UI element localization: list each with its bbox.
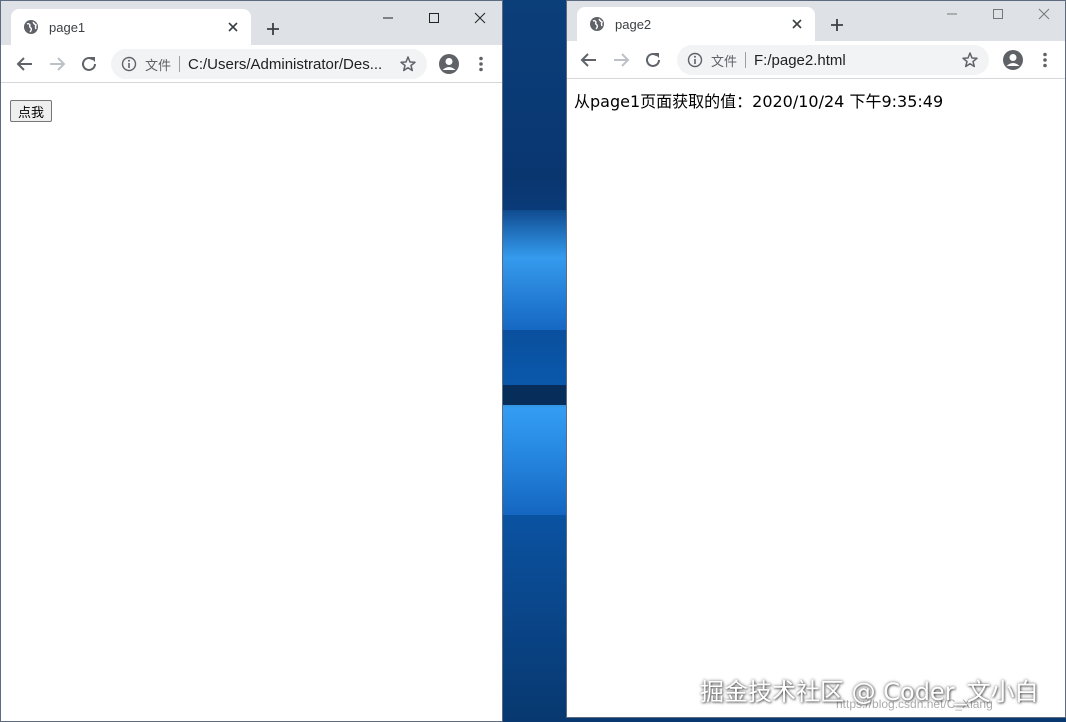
received-value-text: 从page1页面获取的值：2020/10/24 下午9:35:49: [574, 92, 944, 111]
tab-strip: page1: [1, 1, 502, 45]
tab-page1[interactable]: page1: [11, 9, 251, 45]
wallpaper-light-beam: [500, 405, 570, 515]
browser-toolbar: 文件 F:/page2.html: [567, 41, 1065, 79]
page-content: 点我: [1, 83, 502, 721]
browser-window-page1: page1 文件 C:/Users/Administrator/Des... 点…: [0, 0, 503, 722]
minimize-icon[interactable]: [929, 1, 975, 31]
info-icon[interactable]: [687, 52, 703, 68]
wallpaper-dark-band: [500, 385, 570, 407]
tab-strip: page2: [567, 1, 1065, 41]
maximize-icon[interactable]: [411, 1, 457, 35]
divider: [745, 52, 747, 68]
browser-window-page2: page2 文件 F:/page2.html 从page1页面获取的值：2020…: [566, 0, 1066, 718]
back-icon[interactable]: [577, 48, 601, 72]
close-icon[interactable]: [787, 14, 807, 34]
minimize-icon[interactable]: [365, 1, 411, 35]
forward-icon[interactable]: [45, 52, 69, 76]
watermark: 掘金技术社区 @ Coder_文小白: [700, 678, 1039, 706]
account-icon[interactable]: [1001, 48, 1025, 72]
forward-icon[interactable]: [609, 48, 633, 72]
info-icon[interactable]: [121, 56, 137, 72]
back-icon[interactable]: [13, 52, 37, 76]
click-me-button[interactable]: 点我: [10, 100, 53, 122]
account-icon[interactable]: [437, 52, 461, 76]
globe-icon: [590, 17, 604, 31]
tab-page2[interactable]: page2: [577, 7, 815, 41]
menu-icon[interactable]: [1033, 48, 1057, 72]
menu-icon[interactable]: [469, 52, 493, 76]
window-close-icon[interactable]: [457, 1, 502, 35]
wallpaper-light-beam: [500, 210, 570, 330]
page-content: 从page1页面获取的值：2020/10/24 下午9:35:49: [567, 79, 1065, 717]
reload-icon[interactable]: [641, 48, 665, 72]
url-text[interactable]: F:/page2.html: [754, 52, 961, 69]
scheme-label: 文件: [711, 53, 738, 69]
reload-icon[interactable]: [77, 52, 101, 76]
maximize-icon[interactable]: [975, 1, 1021, 31]
address-bar[interactable]: 文件 C:/Users/Administrator/Des...: [111, 49, 427, 79]
close-icon[interactable]: [223, 17, 243, 37]
star-icon[interactable]: [399, 55, 417, 73]
window-close-icon[interactable]: [1021, 1, 1065, 31]
tab-title: page2: [615, 16, 652, 32]
divider: [179, 56, 181, 72]
tab-title: page1: [49, 19, 86, 35]
plus-icon[interactable]: [261, 17, 285, 41]
url-text[interactable]: C:/Users/Administrator/Des...: [188, 56, 399, 73]
star-icon[interactable]: [961, 51, 979, 69]
address-bar[interactable]: 文件 F:/page2.html: [677, 45, 989, 75]
browser-toolbar: 文件 C:/Users/Administrator/Des...: [1, 45, 502, 83]
scheme-label: 文件: [145, 57, 172, 73]
plus-icon[interactable]: [825, 13, 849, 37]
globe-icon: [24, 20, 38, 34]
